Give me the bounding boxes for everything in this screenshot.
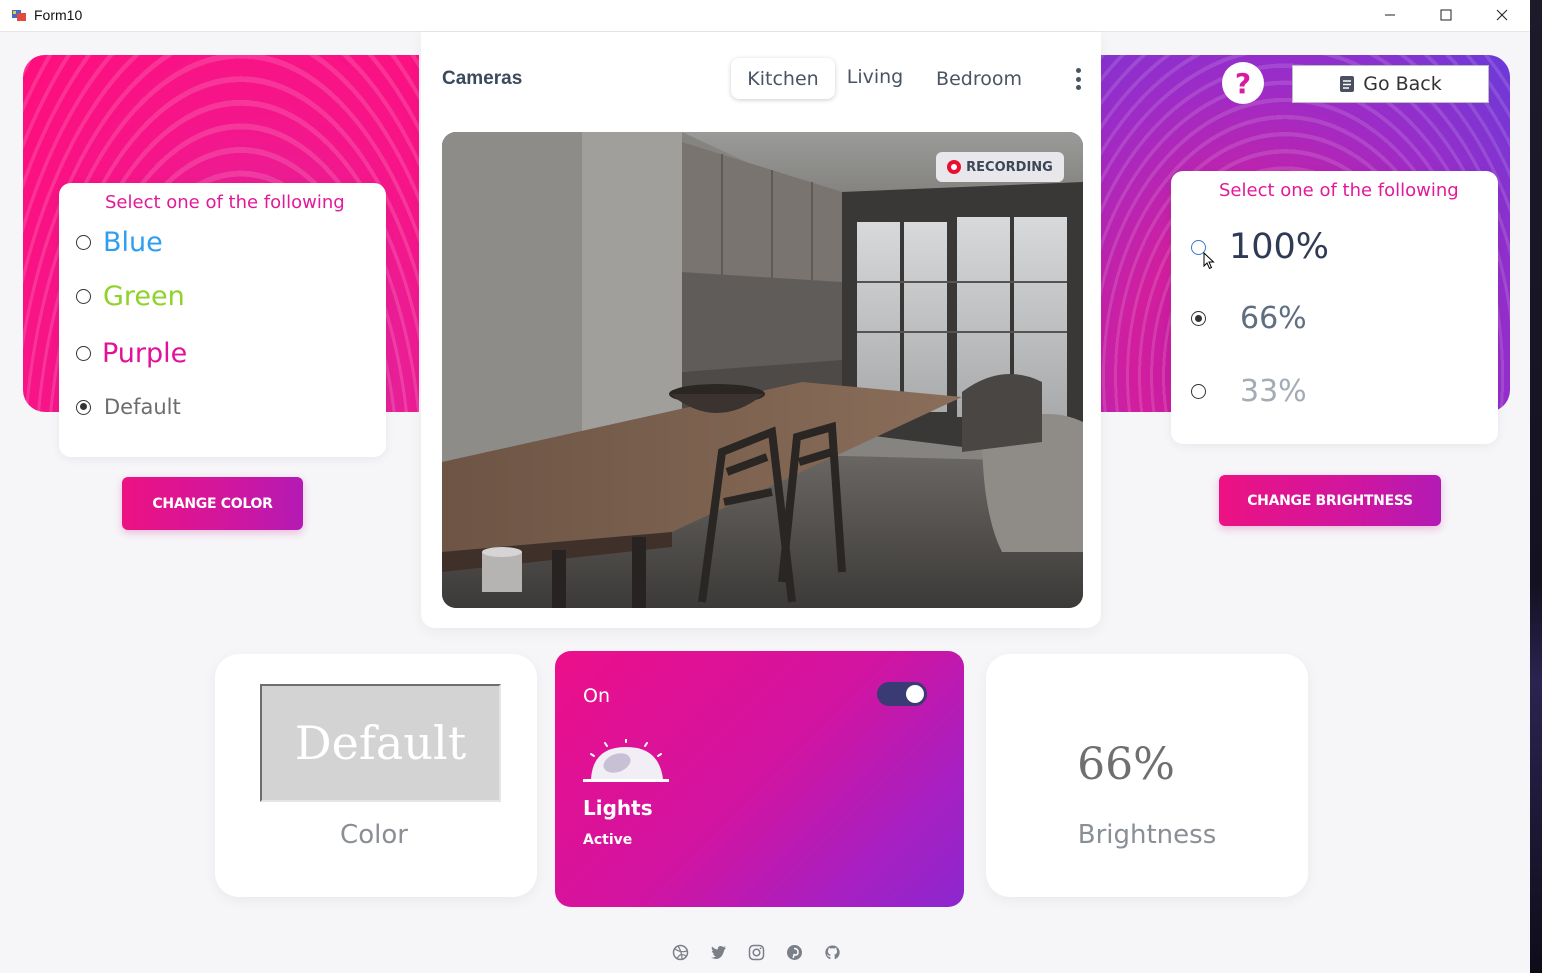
lights-card: On Lights Active xyxy=(555,651,964,907)
kitchen-camera-image xyxy=(442,132,1083,608)
camera-feed: RECORDING xyxy=(442,132,1083,608)
social-links xyxy=(672,944,841,961)
cameras-title: Cameras xyxy=(442,68,523,89)
color-selection-card: Select one of the following Blue Green P… xyxy=(59,183,386,457)
record-icon xyxy=(947,160,962,174)
tab-kitchen[interactable]: Kitchen xyxy=(731,58,835,99)
go-back-label: Go Back xyxy=(1363,73,1442,95)
color-option-blue[interactable]: Blue xyxy=(76,227,163,258)
minimize-button[interactable] xyxy=(1362,0,1418,30)
color-option-label: Purple xyxy=(102,338,188,369)
color-selection-heading: Select one of the following xyxy=(105,192,345,213)
brightness-selection-heading: Select one of the following xyxy=(1219,180,1459,201)
document-icon xyxy=(1340,76,1355,92)
brightness-status-card: 66% Brightness xyxy=(986,654,1308,897)
lights-title: Lights xyxy=(583,796,653,820)
brightness-option-label: 33% xyxy=(1240,374,1307,409)
radio-button[interactable] xyxy=(76,289,91,304)
tab-bedroom[interactable]: Bedroom xyxy=(929,58,1029,99)
change-brightness-button[interactable]: CHANGE BRIGHTNESS xyxy=(1219,475,1441,526)
color-option-label: Blue xyxy=(103,227,163,258)
brightness-selection-card: Select one of the following 100% 66% 33% xyxy=(1171,171,1498,444)
maximize-icon xyxy=(1440,9,1452,21)
change-color-button[interactable]: CHANGE COLOR xyxy=(122,477,303,530)
brightness-caption: Brightness xyxy=(1077,820,1217,850)
cameras-panel: Cameras Kitchen Living Bedroom RECORDING xyxy=(421,32,1101,628)
brightness-option-66[interactable]: 66% xyxy=(1191,301,1307,336)
color-status-card: Default Color xyxy=(215,654,537,897)
color-option-label: Default xyxy=(104,395,181,419)
radio-button[interactable] xyxy=(76,235,91,250)
twitter-icon[interactable] xyxy=(710,944,727,961)
desktop-background-edge xyxy=(1530,0,1542,973)
radio-button[interactable] xyxy=(76,346,91,361)
toggle-knob xyxy=(906,685,924,703)
lamp-icon xyxy=(583,739,669,782)
window-titlebar: Form10 xyxy=(0,0,1542,32)
color-option-purple[interactable]: Purple xyxy=(76,338,187,369)
radio-button[interactable] xyxy=(1191,384,1206,399)
help-icon: ? xyxy=(1234,66,1252,100)
window-title: Form10 xyxy=(34,7,83,23)
minimize-icon xyxy=(1385,14,1395,16)
color-option-label: Green xyxy=(103,281,185,312)
github-icon[interactable] xyxy=(824,944,841,961)
pinterest-icon[interactable] xyxy=(786,944,803,961)
app-icon xyxy=(12,10,26,21)
brightness-option-33[interactable]: 33% xyxy=(1191,374,1307,409)
lights-toggle[interactable] xyxy=(877,682,927,706)
tab-living[interactable]: Living xyxy=(841,56,909,97)
recording-badge: RECORDING xyxy=(936,152,1064,182)
brightness-option-label: 66% xyxy=(1240,301,1307,336)
mouse-cursor-icon xyxy=(1203,252,1215,270)
dribbble-icon[interactable] xyxy=(672,944,689,961)
more-options-icon[interactable] xyxy=(1073,68,1083,90)
lights-state-label: On xyxy=(583,685,610,707)
instagram-icon[interactable] xyxy=(748,944,765,961)
color-option-green[interactable]: Green xyxy=(76,281,185,312)
radio-button[interactable] xyxy=(1191,311,1206,326)
brightness-value: 66% xyxy=(1077,739,1175,790)
recording-label: RECORDING xyxy=(966,159,1053,175)
radio-button[interactable] xyxy=(76,399,91,415)
color-option-default[interactable]: Default xyxy=(76,395,181,419)
color-swatch: Default xyxy=(260,684,501,802)
brightness-option-label: 100% xyxy=(1229,227,1330,267)
go-back-button[interactable]: Go Back xyxy=(1292,65,1489,103)
help-button[interactable]: ? xyxy=(1222,62,1264,104)
lights-status: Active xyxy=(583,832,633,848)
close-icon xyxy=(1496,9,1508,21)
maximize-button[interactable] xyxy=(1418,0,1474,30)
close-button[interactable] xyxy=(1474,0,1530,30)
color-caption: Color xyxy=(340,820,408,850)
